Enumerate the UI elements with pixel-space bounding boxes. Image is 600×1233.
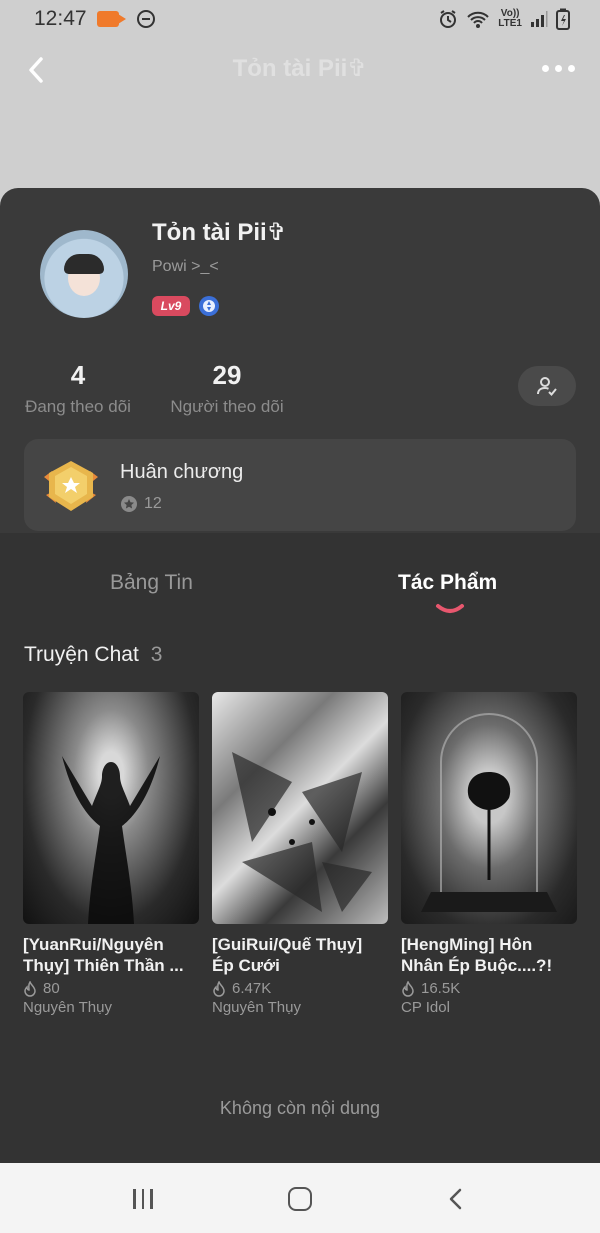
bar-icon bbox=[133, 1189, 136, 1209]
medal-card[interactable]: Huân chương 12 bbox=[24, 439, 576, 531]
story-views: 16.5K bbox=[401, 980, 577, 997]
avatar-hair bbox=[64, 254, 104, 274]
flame-icon bbox=[402, 980, 414, 997]
following-label: Đang theo dõi bbox=[25, 397, 131, 416]
do-not-disturb-icon bbox=[136, 10, 155, 28]
star-coin-icon bbox=[121, 496, 137, 512]
story-author: Nguyên Thụy bbox=[23, 999, 112, 1016]
page-title: Tỏn tài Pii✞ bbox=[232, 55, 368, 82]
active-tab-indicator bbox=[436, 604, 464, 613]
story-card[interactable]: [HengMing] Hôn Nhân Ép Buộc....?! 16.5K … bbox=[401, 692, 577, 1016]
section-title: Truyện Chat bbox=[24, 643, 139, 666]
signal-icon bbox=[531, 11, 548, 27]
angel-silhouette-image bbox=[62, 756, 160, 924]
followers-count: 29 bbox=[212, 360, 242, 390]
more-options-button[interactable] bbox=[542, 58, 576, 78]
verified-badge-icon bbox=[199, 296, 219, 316]
wifi-icon bbox=[467, 11, 489, 28]
flame-icon bbox=[213, 980, 225, 997]
recent-apps-button[interactable] bbox=[133, 1189, 157, 1209]
home-button[interactable] bbox=[288, 1187, 312, 1211]
medal-count-value: 12 bbox=[144, 495, 162, 512]
tab-works[interactable]: Tác Phẩm bbox=[398, 571, 497, 595]
status-time: 12:47 bbox=[34, 7, 87, 30]
rose-in-glass-image bbox=[421, 713, 557, 912]
user-check-icon bbox=[537, 377, 557, 396]
tab-news[interactable]: Bảng Tin bbox=[110, 571, 193, 595]
story-title: [YuanRui/Nguyên Thụy] Thiên Thần ... bbox=[23, 935, 184, 975]
story-title: [HengMing] Hôn Nhân Ép Buộc....?! bbox=[401, 935, 553, 975]
medal-icon bbox=[44, 461, 98, 511]
alarm-icon bbox=[440, 10, 457, 28]
network-indicator: Vo)) LTE1 bbox=[498, 8, 522, 29]
system-back-icon[interactable] bbox=[446, 1187, 466, 1211]
following-count: 4 bbox=[70, 360, 86, 390]
broken-glass-image bbox=[232, 752, 372, 912]
dot-icon bbox=[555, 64, 562, 72]
battery-icon bbox=[556, 8, 570, 30]
story-views: 6.47K bbox=[212, 980, 388, 997]
section-header: Truyện Chat 3 bbox=[24, 643, 162, 667]
story-cover-image bbox=[23, 692, 199, 924]
profile-bio: Powi >_< bbox=[152, 258, 219, 275]
profile-sheet: Tỏn tài Pii✞ Powi >_< Lv9 4 Đang theo dõ… bbox=[0, 188, 600, 1163]
followers-stat[interactable]: 29 Người theo dõi bbox=[168, 360, 286, 417]
story-card[interactable]: [GuiRui/Quế Thụy] Ép Cưới 6.47K Nguyên T… bbox=[212, 692, 388, 1016]
screen-record-icon bbox=[96, 11, 126, 27]
story-card[interactable]: [YuanRui/Nguyên Thụy] Thiên Thần ... 80 … bbox=[23, 692, 199, 1016]
flame-icon bbox=[24, 980, 36, 997]
story-cover-image bbox=[212, 692, 388, 924]
end-of-content-text: Không còn nội dung bbox=[219, 1098, 381, 1118]
story-author: Nguyên Thụy bbox=[212, 999, 301, 1016]
following-stat[interactable]: 4 Đang theo dõi bbox=[22, 360, 134, 417]
tab-bar: Bảng Tin Tác Phẩm bbox=[0, 533, 600, 623]
top-nav: Tỏn tài Pii✞ bbox=[0, 38, 600, 100]
dot-icon bbox=[542, 64, 549, 72]
medal-title: Huân chương bbox=[120, 461, 244, 483]
section-count: 3 bbox=[150, 643, 163, 666]
status-bar: 12:47 Vo)) LTE1 bbox=[0, 0, 600, 38]
profile-name: Tỏn tài Pii✞ bbox=[152, 219, 287, 246]
followers-label: Người theo dõi bbox=[170, 397, 284, 416]
medal-count: 12 bbox=[120, 495, 162, 513]
bar-icon bbox=[141, 1189, 144, 1209]
story-views: 80 bbox=[23, 980, 199, 997]
system-nav-bar bbox=[0, 1163, 600, 1233]
level-badge: Lv9 bbox=[152, 296, 190, 316]
story-cover-image bbox=[401, 692, 577, 924]
followed-user-button[interactable] bbox=[518, 366, 576, 406]
bar-icon bbox=[150, 1189, 153, 1209]
story-title: [GuiRui/Quế Thụy] Ép Cưới bbox=[212, 935, 363, 975]
avatar[interactable] bbox=[40, 230, 128, 318]
story-author: CP Idol bbox=[401, 999, 450, 1016]
dot-icon bbox=[568, 64, 575, 72]
